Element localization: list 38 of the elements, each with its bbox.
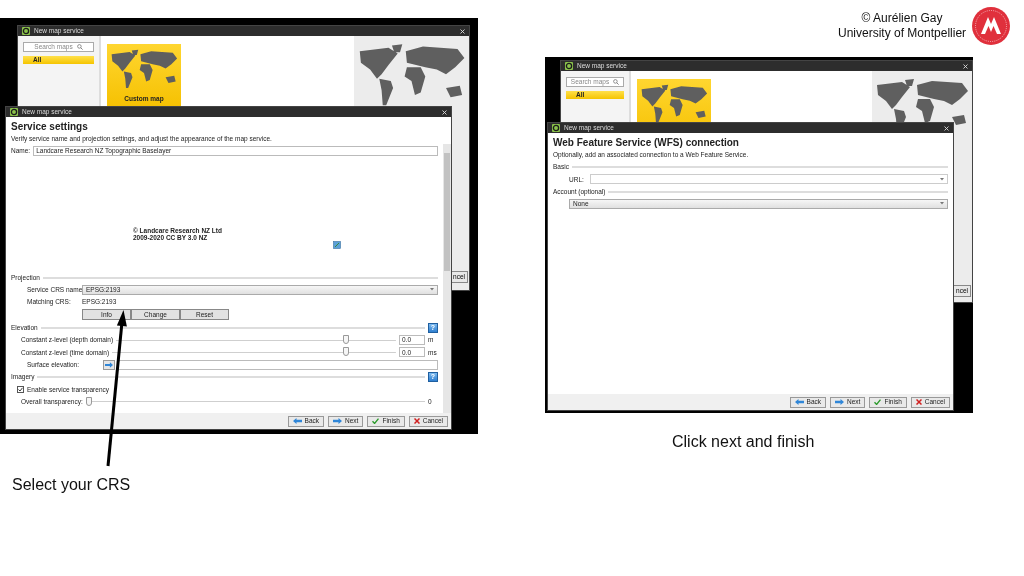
cross-icon	[413, 418, 420, 424]
caret-icon	[430, 288, 434, 292]
arrow-right-icon	[333, 418, 343, 424]
slider-thumb[interactable]	[343, 335, 350, 345]
search-icon	[76, 44, 83, 50]
page-heading: Web Feature Service (WFS) connection	[553, 137, 740, 149]
credit-line: University of Montpellier	[838, 26, 967, 41]
slider-thumb[interactable]	[85, 396, 92, 406]
page-heading: Service settings	[11, 121, 89, 133]
search-icon	[613, 79, 620, 85]
slide-caption: Select your CRS	[12, 476, 131, 493]
caret-icon	[940, 177, 944, 181]
app-icon	[565, 62, 573, 70]
close-icon[interactable]	[963, 63, 968, 69]
caret-icon	[940, 202, 944, 206]
arrow-left-icon	[292, 418, 302, 424]
app-icon	[552, 124, 560, 132]
arrow-right-icon	[105, 361, 114, 368]
close-icon[interactable]	[944, 125, 949, 131]
check-icon	[18, 386, 23, 392]
credit-line: © Aurélien Gay	[861, 11, 943, 26]
layer-icon	[333, 241, 341, 250]
university-logo	[972, 7, 1011, 45]
pick-button[interactable]	[103, 359, 116, 370]
text-field[interactable]	[118, 359, 438, 370]
arrow-right-icon	[835, 399, 845, 405]
app-icon	[22, 27, 30, 35]
close-icon[interactable]	[442, 109, 447, 115]
slide-caption: Click next and finish	[672, 433, 815, 450]
checkbox[interactable]	[17, 385, 24, 393]
scrollbar[interactable]	[443, 143, 451, 413]
arrow-left-icon	[794, 399, 804, 405]
cross-icon	[915, 399, 922, 405]
close-icon[interactable]	[460, 28, 465, 34]
check-icon	[874, 399, 882, 405]
slider-thumb[interactable]	[342, 347, 349, 357]
app-icon	[10, 108, 18, 116]
check-icon	[372, 418, 380, 424]
